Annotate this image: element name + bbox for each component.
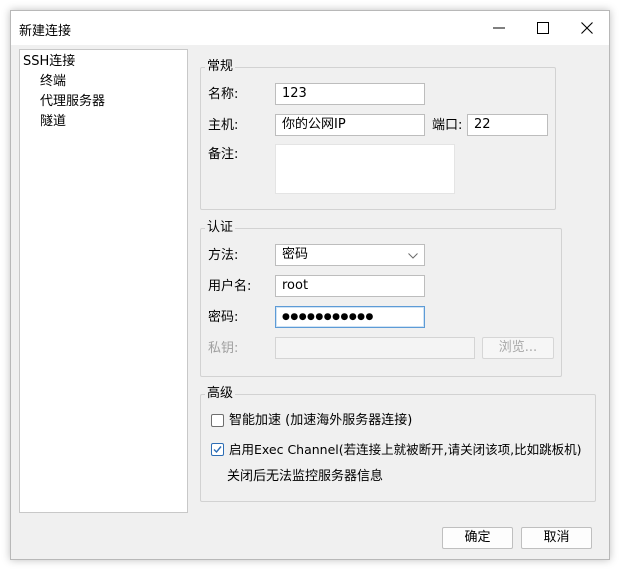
- port-input[interactable]: 22: [467, 114, 548, 136]
- username-input[interactable]: root: [275, 275, 425, 297]
- smart-accel-label[interactable]: 智能加速 (加速海外服务器连接): [229, 413, 412, 429]
- browse-button[interactable]: 浏览...: [482, 337, 554, 359]
- method-select-value: 密码: [282, 247, 309, 262]
- title-bar: 新建连接: [11, 11, 609, 45]
- window-title: 新建连接: [19, 24, 72, 39]
- method-select[interactable]: 密码: [275, 244, 425, 266]
- smart-accel-checkbox[interactable]: [211, 414, 224, 427]
- host-label: 主机:: [208, 118, 239, 133]
- nav-item-ssh-connection[interactable]: SSH连接: [23, 53, 75, 71]
- chevron-down-icon: [408, 253, 418, 259]
- minimize-icon: [493, 27, 505, 29]
- nav-item-terminal[interactable]: 终端: [40, 73, 66, 91]
- settings-nav-tree: SSH连接 终端 代理服务器 隧道: [19, 49, 188, 513]
- name-label: 名称:: [208, 87, 239, 102]
- exec-channel-checkbox[interactable]: [211, 443, 224, 456]
- port-label: 端口:: [432, 118, 463, 133]
- private-key-input[interactable]: [275, 337, 475, 359]
- host-input[interactable]: 你的公网IP: [275, 114, 425, 136]
- exec-channel-note: 关闭后无法监控服务器信息: [227, 469, 384, 484]
- password-input[interactable]: ●●●●●●●●●●●: [275, 306, 425, 328]
- name-input[interactable]: 123: [275, 83, 425, 105]
- close-button[interactable]: [565, 11, 609, 45]
- auth-group-label: 认证: [205, 220, 236, 236]
- advanced-group-label: 高级: [205, 386, 236, 402]
- password-label: 密码:: [208, 310, 239, 325]
- username-label: 用户名:: [208, 279, 252, 294]
- exec-channel-label[interactable]: 启用Exec Channel(若连接上就被断开,请关闭该项,比如跳板机): [229, 442, 581, 458]
- maximize-button[interactable]: [521, 11, 565, 45]
- ok-button[interactable]: 确定: [442, 527, 513, 549]
- maximize-icon: [537, 22, 549, 34]
- new-connection-dialog: 新建连接 SSH连接 终端 代理服务器 隧道 常规 名称: 123 主机: 你的…: [10, 10, 610, 560]
- method-label: 方法:: [208, 248, 239, 263]
- minimize-button[interactable]: [477, 11, 521, 45]
- general-group-label: 常规: [205, 59, 236, 75]
- checkmark-icon: [213, 446, 222, 454]
- private-key-label: 私钥:: [208, 341, 239, 356]
- cancel-button[interactable]: 取消: [521, 527, 592, 549]
- notes-label: 备注:: [208, 147, 239, 162]
- nav-item-tunnel[interactable]: 隧道: [40, 113, 66, 131]
- close-icon: [581, 22, 593, 34]
- nav-item-proxy-server[interactable]: 代理服务器: [40, 93, 105, 111]
- notes-textarea[interactable]: [275, 144, 455, 194]
